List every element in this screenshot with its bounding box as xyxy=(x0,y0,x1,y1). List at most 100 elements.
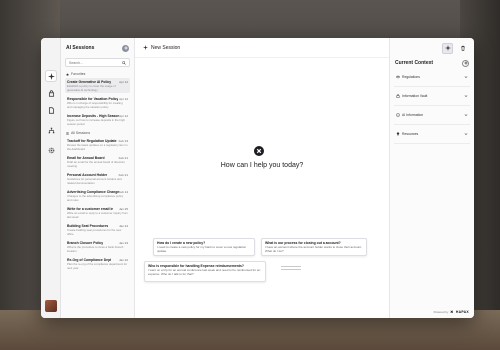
session-date: Jan 25 xyxy=(118,207,128,211)
avatar[interactable] xyxy=(45,300,57,312)
hierarchy-icon xyxy=(48,127,54,133)
session-item[interactable]: Building Seat Procedures Jan 24 Create bu… xyxy=(65,222,130,237)
new-session-button[interactable] xyxy=(122,44,129,52)
session-date: Apr 12 xyxy=(119,114,128,118)
chevron-down-icon xyxy=(464,133,468,135)
session-subtitle: Establish a policy to cover the usage of… xyxy=(67,85,116,92)
session-list: AI Sessions Favorites Create Generative … xyxy=(61,38,135,318)
sessions-title: AI Sessions xyxy=(66,45,95,51)
vault-icon xyxy=(396,94,400,98)
session-item[interactable]: Create Generative AI Policy Apr 12 Establ… xyxy=(65,78,130,93)
context-row-information-vault[interactable]: Information Vault xyxy=(394,87,470,106)
chevron-down-icon xyxy=(464,114,468,116)
view-toggle-button[interactable] xyxy=(442,42,453,54)
favorites-header: Favorites xyxy=(61,70,134,78)
context-row-label: Information Vault xyxy=(402,94,428,98)
chat-header: New Session xyxy=(135,38,389,58)
suggestion-card[interactable]: How do I create a new policy? I need to … xyxy=(153,238,255,256)
info-icon xyxy=(396,113,400,117)
search-input[interactable] xyxy=(69,60,119,65)
scale-icon xyxy=(396,75,400,79)
session-date: Feb 23 xyxy=(118,139,128,143)
context-row-regulations[interactable]: Regulations xyxy=(394,68,470,87)
session-item[interactable]: Write for a customer email in Jan 25 Writ… xyxy=(65,205,130,220)
session-item[interactable]: Increase Deposits - High Season Apr 12 Fi… xyxy=(65,112,130,127)
session-title: Personal Account Holder xyxy=(67,173,108,177)
context-row-ai-information[interactable]: AI Information xyxy=(394,106,470,125)
session-item[interactable]: Personal Account Holder Feb 21 Guidelines… xyxy=(65,171,130,186)
session-item[interactable]: Trackoff for Regulation Update Feb 23 Rev… xyxy=(65,137,130,152)
session-title: Re-Org of Compliance Dept xyxy=(67,258,112,262)
session-title: Create Generative AI Policy xyxy=(67,80,112,84)
icon-rail xyxy=(41,38,61,318)
session-title: New Session xyxy=(151,44,181,51)
session-title: Branch Closure Policy xyxy=(67,241,104,245)
session-date: Feb 14 xyxy=(118,190,128,194)
session-subtitle: Figure out how to increase deposits in t… xyxy=(67,119,125,126)
document-icon xyxy=(48,106,54,114)
session-title: Email for Annual Board xyxy=(67,156,105,160)
favorites-label: Favorites xyxy=(71,72,86,76)
sparkle-icon xyxy=(444,45,451,51)
session-item[interactable]: Branch Closure Policy Jan 23 What is the … xyxy=(65,239,130,254)
suggestion-card[interactable]: Who is responsible for handling Expense … xyxy=(144,261,266,282)
session-subtitle: Write an email to reply to a customer in… xyxy=(67,212,128,219)
session-title: Write for a customer email in xyxy=(67,207,114,211)
lock-icon xyxy=(48,89,54,97)
all-sessions-header: All Sessions xyxy=(61,129,134,137)
session-subtitle: Changes to the advertising compliance po… xyxy=(67,195,124,202)
session-subtitle: Review the latest updates on a regulator… xyxy=(67,144,128,151)
session-title: Increase Deposits - High Season xyxy=(67,114,120,118)
session-date: Jan 23 xyxy=(118,241,128,245)
sparkle-icon xyxy=(143,45,148,50)
chevron-down-icon xyxy=(464,95,468,97)
session-date: Feb 21 xyxy=(118,156,128,160)
search-icon xyxy=(122,60,126,65)
suggestion-text: I need to create a new policy for my ban… xyxy=(157,245,247,253)
message-composer[interactable] xyxy=(281,266,301,272)
rail-docs-button[interactable] xyxy=(45,104,57,116)
rail-chat-button[interactable] xyxy=(45,70,57,82)
greeting-text: How can I help you today? xyxy=(220,162,304,169)
delete-button[interactable] xyxy=(457,43,468,54)
context-toolbar xyxy=(390,38,474,58)
hapax-logo-icon xyxy=(256,148,262,154)
session-item[interactable]: Re-Org of Compliance Dept Jan 22 Plan the… xyxy=(65,256,130,271)
session-subtitle: Who is in charge of responsibility for c… xyxy=(67,102,123,109)
session-subtitle: Create building seat procedures for the … xyxy=(67,229,122,236)
context-title: Current Context xyxy=(395,60,434,66)
session-item[interactable]: Advertising Compliance Changes Feb 14 Cha… xyxy=(65,188,130,203)
suggestion-text: I went on a trip for an annual conferenc… xyxy=(148,268,261,276)
context-panel: Current Context Regulations Information … xyxy=(389,38,474,318)
session-date: Apr 12 xyxy=(119,80,128,84)
rail-vault-button[interactable] xyxy=(45,87,57,99)
session-date: Jan 24 xyxy=(118,224,128,228)
session-item[interactable]: Responsible for Vacation Policy Apr 12 Wh… xyxy=(65,95,130,110)
session-title: Advertising Compliance Changes xyxy=(67,190,119,194)
rail-org-button[interactable] xyxy=(45,124,57,136)
add-context-button[interactable] xyxy=(462,59,469,67)
session-title: Responsible for Vacation Policy xyxy=(67,97,119,101)
powered-by: Powered by HAPAX xyxy=(434,310,469,314)
session-subtitle: Plan the re-org of the compliance depart… xyxy=(67,263,128,270)
session-title: Trackoff for Regulation Update xyxy=(67,139,117,143)
chevron-down-icon xyxy=(464,76,468,78)
plus-icon xyxy=(463,61,468,65)
chat-main: New Session How can I help you today? Ho… xyxy=(135,38,389,318)
assistant-logo xyxy=(254,146,264,156)
powered-by-label: Powered by xyxy=(433,310,449,314)
pin-icon xyxy=(396,132,400,136)
session-item[interactable]: Email for Annual Board Feb 21 Draft an em… xyxy=(65,154,130,169)
session-subtitle: Draft an email for the annual board of d… xyxy=(67,161,125,168)
app-window: AI Sessions Favorites Create Generative … xyxy=(41,38,474,318)
trash-icon xyxy=(460,45,465,51)
context-row-resources[interactable]: Resources xyxy=(394,125,470,144)
session-title: Building Seat Procedures xyxy=(67,224,109,228)
rail-settings-button[interactable] xyxy=(45,144,57,156)
hapax-logo-icon xyxy=(450,310,454,314)
search-box xyxy=(65,58,130,67)
context-row-label: Resources xyxy=(402,132,419,136)
context-row-label: Regulations xyxy=(402,75,420,79)
suggestion-card[interactable]: What is our process for closing out a ac… xyxy=(261,238,367,256)
gear-icon xyxy=(48,147,54,153)
